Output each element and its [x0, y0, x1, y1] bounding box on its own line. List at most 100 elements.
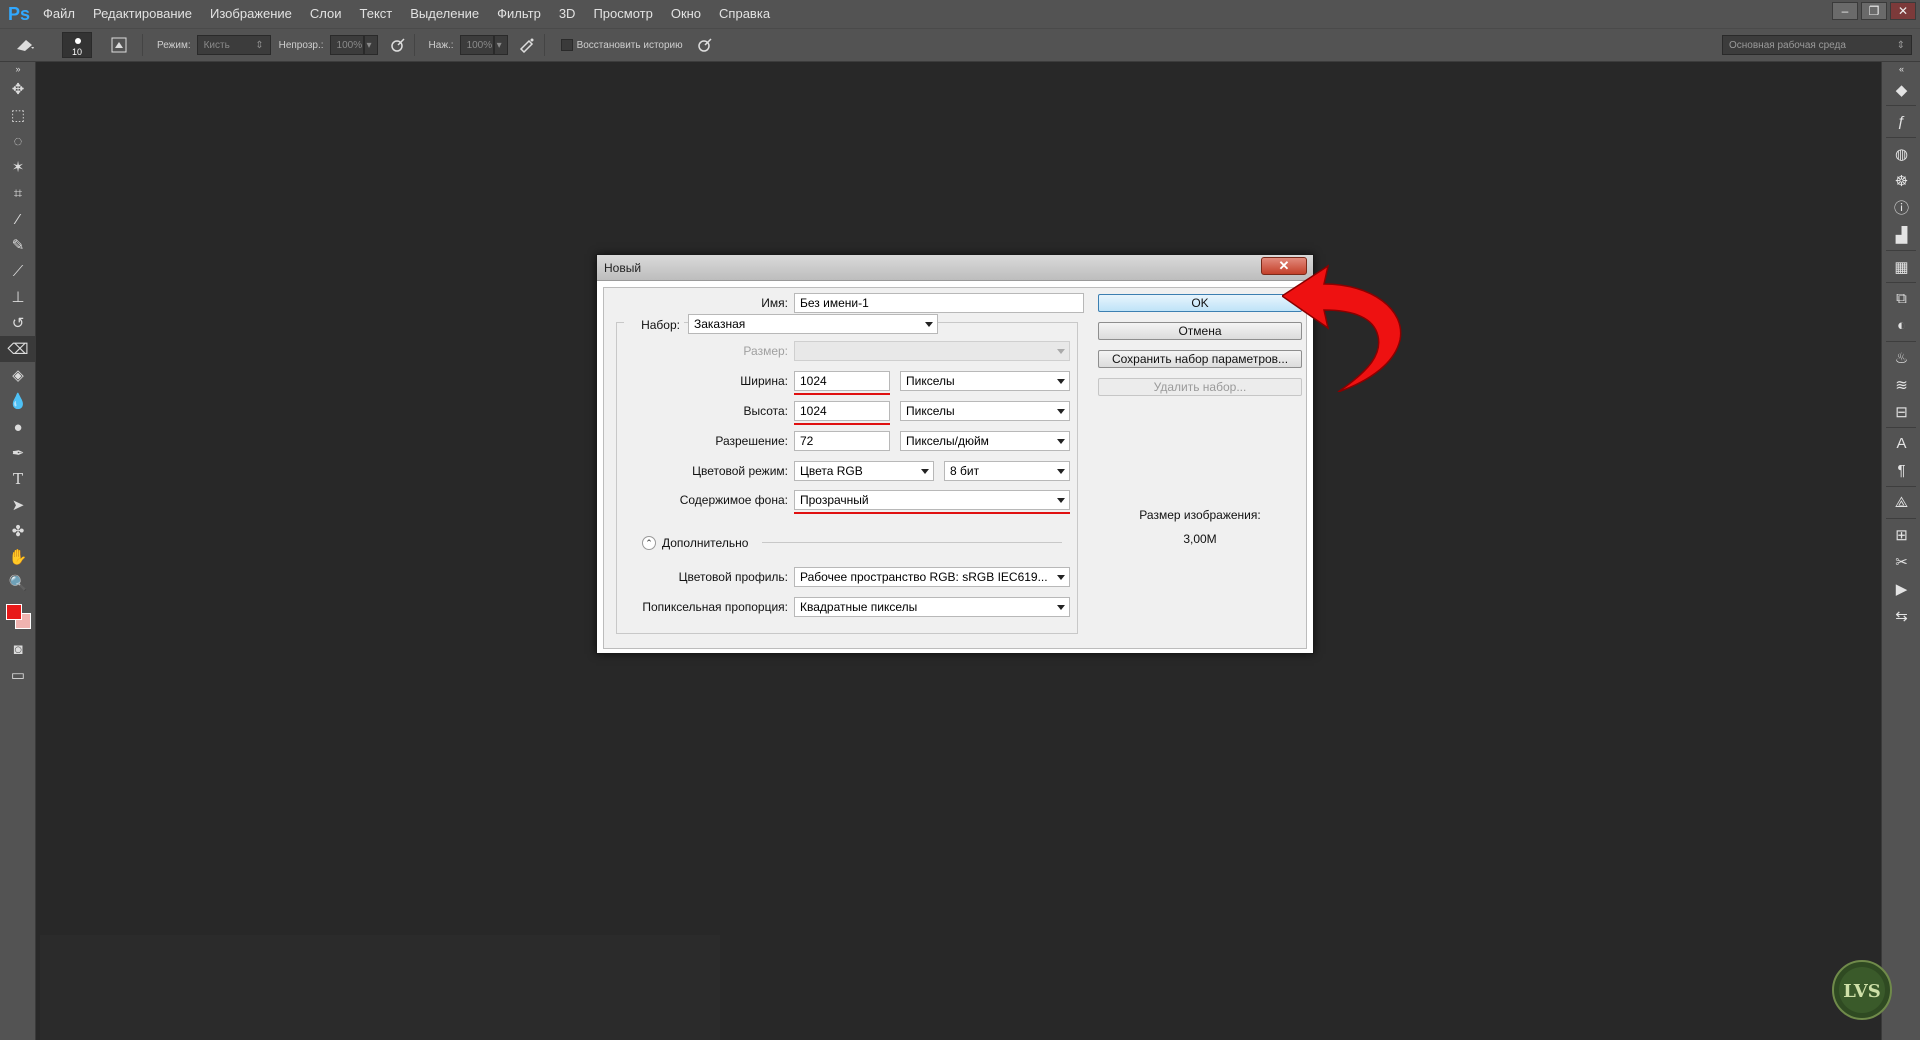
opacity-label: Непрозр.:: [278, 39, 324, 51]
save-preset-button[interactable]: Сохранить набор параметров...: [1098, 350, 1302, 368]
brush-panel-icon[interactable]: [102, 33, 136, 57]
preset-value: Заказная: [694, 317, 746, 331]
hand-tool-icon[interactable]: ✋: [0, 544, 36, 570]
shape-tool-icon[interactable]: ✤: [0, 518, 36, 544]
close-icon[interactable]: ✕: [1890, 2, 1916, 20]
pen-tool-icon[interactable]: ✒: [0, 440, 36, 466]
histogram-icon[interactable]: ▟: [1882, 221, 1920, 248]
history-icon[interactable]: ⇆: [1882, 602, 1920, 629]
resolution-unit-select[interactable]: Пикселы/дюйм: [900, 431, 1070, 451]
height-unit-select[interactable]: Пикселы: [900, 401, 1070, 421]
opacity-input[interactable]: 100%: [329, 35, 364, 55]
delete-preset-button[interactable]: Удалить набор...: [1098, 378, 1302, 396]
actions-icon[interactable]: ▶: [1882, 575, 1920, 602]
menu-3d[interactable]: 3D: [550, 0, 585, 28]
lasso-tool-icon[interactable]: ◌: [0, 128, 36, 154]
clone-stamp-tool-icon[interactable]: ⊥: [0, 284, 36, 310]
image-size-value: 3,00M: [1183, 532, 1217, 546]
paint-bucket-tool-icon[interactable]: ◈: [0, 362, 36, 388]
chevron-down-icon: [1057, 379, 1065, 384]
info-icon[interactable]: ⓘ: [1882, 194, 1920, 221]
brush-size-picker[interactable]: 10: [62, 32, 92, 58]
airbrush-icon[interactable]: [516, 33, 538, 57]
healing-brush-tool-icon[interactable]: ✎: [0, 232, 36, 258]
preset-select[interactable]: Заказная: [688, 314, 938, 334]
brush-tool-icon[interactable]: ⟋: [0, 258, 36, 284]
brush-presets-icon[interactable]: ♨: [1882, 344, 1920, 371]
minimize-icon[interactable]: –: [1832, 2, 1858, 20]
bit-depth-select[interactable]: 8 бит: [944, 461, 1070, 481]
menu-edit[interactable]: Редактирование: [84, 0, 201, 28]
width-unit-select[interactable]: Пикселы: [900, 371, 1070, 391]
divider: [142, 34, 143, 56]
eyedropper-tool-icon[interactable]: ⁄: [0, 206, 36, 232]
tablet-pressure-opacity-icon[interactable]: [386, 33, 408, 57]
flow-input[interactable]: 100%: [459, 35, 494, 55]
background-contents-select[interactable]: Прозрачный: [794, 490, 1070, 510]
chevron-down-icon: [1057, 409, 1065, 414]
blur-tool-icon[interactable]: 💧: [0, 388, 36, 414]
chevron-down-icon: [921, 469, 929, 474]
menu-select[interactable]: Выделение: [401, 0, 488, 28]
type-tool-icon[interactable]: T: [0, 466, 36, 492]
mode-select[interactable]: Кисть ⇕: [196, 35, 271, 55]
screen-mode-icon[interactable]: ▭: [0, 662, 36, 688]
eraser-tool-icon[interactable]: ⌫: [0, 336, 36, 362]
character-icon[interactable]: A: [1882, 430, 1920, 457]
menu-layers[interactable]: Слои: [301, 0, 351, 28]
brushes-icon[interactable]: ≋: [1882, 371, 1920, 398]
menu-image[interactable]: Изображение: [201, 0, 301, 28]
color-mode-select[interactable]: Цвета RGB: [794, 461, 934, 481]
history-brush-tool-icon[interactable]: ↺: [0, 310, 36, 336]
tablet-pressure-size-icon[interactable]: [693, 33, 715, 57]
styles-icon[interactable]: ƒ: [1882, 108, 1920, 135]
flow-dropdown[interactable]: ▾: [493, 35, 508, 55]
height-field[interactable]: 1024: [794, 401, 890, 421]
paragraph-icon[interactable]: ¶: [1882, 457, 1920, 484]
color-profile-select[interactable]: Рабочее пространство RGB: sRGB IEC619...: [794, 567, 1070, 587]
collapse-panel-icon[interactable]: »: [0, 62, 36, 76]
chevron-down-icon: [1057, 439, 1065, 444]
width-field[interactable]: 1024: [794, 371, 890, 391]
workspace-select[interactable]: Основная рабочая среда ⇕: [1722, 35, 1912, 55]
expand-panels-icon[interactable]: «: [1882, 62, 1920, 76]
foreground-color-swatch[interactable]: [6, 604, 22, 620]
menu-help[interactable]: Справка: [710, 0, 779, 28]
color-profile-label: Цветовой профиль:: [678, 570, 788, 584]
channels-icon[interactable]: ⧉: [1882, 285, 1920, 312]
advanced-divider: [762, 542, 1062, 543]
quick-mask-icon[interactable]: ◙: [0, 636, 36, 662]
3d-icon[interactable]: ⟁: [1882, 489, 1920, 516]
path-selection-tool-icon[interactable]: ➤: [0, 492, 36, 518]
marquee-tool-icon[interactable]: ⬚: [0, 102, 36, 128]
resolution-field[interactable]: 72: [794, 431, 890, 451]
menu-file[interactable]: Файл: [34, 0, 84, 28]
magic-wand-tool-icon[interactable]: ✶: [0, 154, 36, 180]
menu-type[interactable]: Текст: [351, 0, 402, 28]
menu-filter[interactable]: Фильтр: [488, 0, 550, 28]
tool-presets-icon[interactable]: ✂: [1882, 548, 1920, 575]
menu-view[interactable]: Просмотр: [584, 0, 661, 28]
advanced-toggle-icon[interactable]: ⌃: [642, 536, 656, 550]
color-icon[interactable]: ◍: [1882, 140, 1920, 167]
move-tool-icon[interactable]: ✥: [0, 76, 36, 102]
properties-icon[interactable]: ⊞: [1882, 521, 1920, 548]
name-field[interactable]: Без имени-1: [794, 293, 1084, 313]
pixel-aspect-select[interactable]: Квадратные пикселы: [794, 597, 1070, 617]
adjustments-icon[interactable]: ☸: [1882, 167, 1920, 194]
clone-source-icon[interactable]: ⊟: [1882, 398, 1920, 425]
erase-to-history-checkbox[interactable]: [560, 39, 573, 51]
menu-window[interactable]: Окно: [662, 0, 710, 28]
cancel-button[interactable]: Отмена: [1098, 322, 1302, 340]
opacity-dropdown[interactable]: ▾: [363, 35, 378, 55]
paths-icon[interactable]: ◐: [1882, 312, 1920, 339]
layers-icon[interactable]: ◆: [1882, 76, 1920, 103]
restore-icon[interactable]: ❐: [1861, 2, 1887, 20]
size-select[interactable]: [794, 341, 1070, 361]
dodge-tool-icon[interactable]: ●: [0, 414, 36, 440]
swatches-icon[interactable]: ▦: [1882, 253, 1920, 280]
ok-button[interactable]: OK: [1098, 294, 1302, 312]
eraser-tool-preset-icon[interactable]: [8, 33, 42, 57]
crop-tool-icon[interactable]: ⌗: [0, 180, 36, 206]
zoom-tool-icon[interactable]: 🔍: [0, 570, 36, 596]
